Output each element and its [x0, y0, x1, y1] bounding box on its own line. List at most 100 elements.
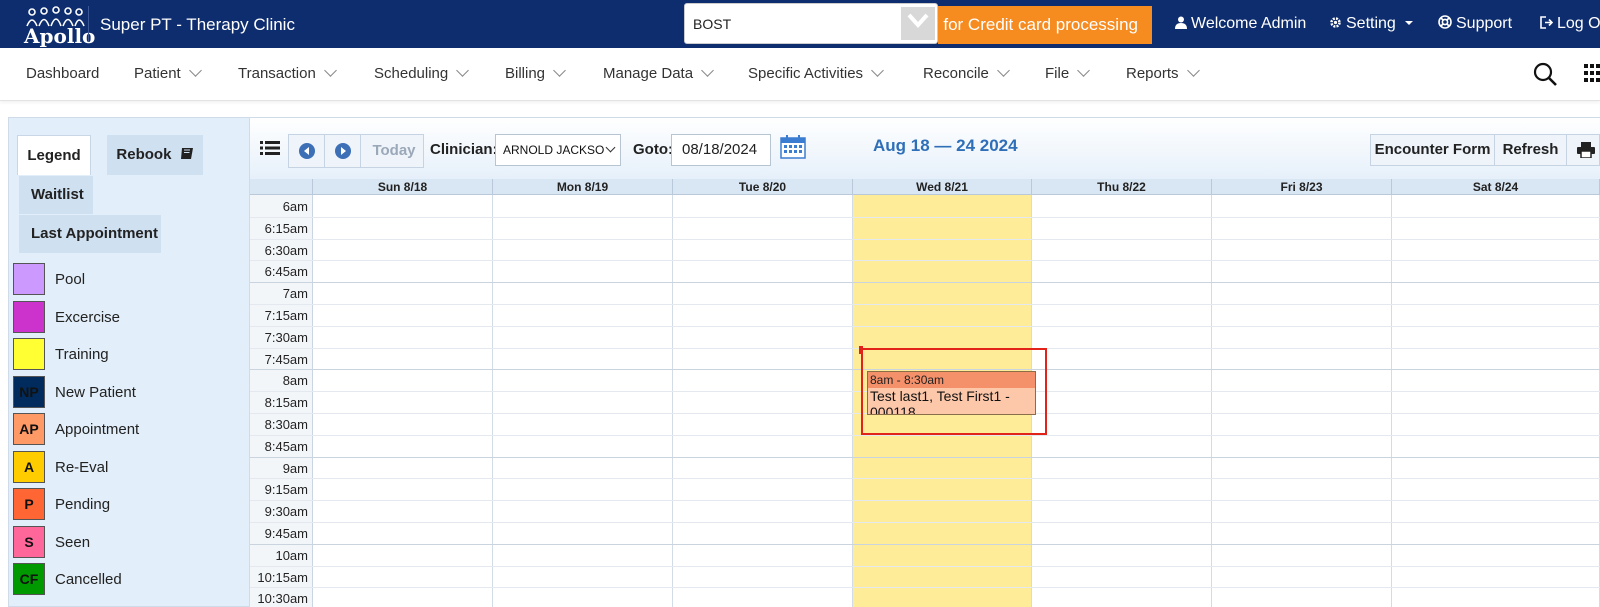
- nav-reconcile[interactable]: Reconcile: [923, 64, 1010, 82]
- tab-waitlist[interactable]: Waitlist: [19, 176, 93, 214]
- calendar-icon[interactable]: [780, 135, 806, 159]
- apollo-logo[interactable]: Apollo: [10, 4, 95, 48]
- gear-icon: [1330, 17, 1341, 28]
- logout-link[interactable]: Log Of: [1540, 15, 1600, 33]
- tab-legend[interactable]: Legend: [17, 135, 91, 175]
- today-button[interactable]: Today: [363, 135, 425, 167]
- time-slot-label: 9:15am: [264, 482, 308, 498]
- time-row-line: [250, 543, 1600, 545]
- time-row-line: [250, 522, 1600, 523]
- legend-item: AP Appointment: [13, 413, 243, 447]
- nav-transaction[interactable]: Transaction: [238, 64, 337, 82]
- chevron-down-icon: [605, 142, 616, 153]
- list-view-icon[interactable]: [260, 140, 280, 156]
- nav-billing[interactable]: Billing: [505, 64, 566, 82]
- tab-last-appointment[interactable]: Last Appointment: [19, 215, 161, 253]
- nav-scheduling[interactable]: Scheduling: [374, 64, 470, 82]
- legend-label: Cancelled: [55, 571, 122, 588]
- time-slot-label: 7am: [282, 286, 308, 302]
- nav-reports[interactable]: Reports: [1126, 64, 1200, 82]
- setting-label: Setting: [1346, 15, 1396, 32]
- setting-menu[interactable]: Setting: [1329, 15, 1418, 33]
- patient-search-input[interactable]: [693, 13, 893, 35]
- print-icon[interactable]: [1577, 142, 1595, 158]
- nav-manage-data[interactable]: Manage Data: [603, 64, 714, 82]
- day-column[interactable]: [1032, 195, 1212, 607]
- support-link[interactable]: Support: [1438, 15, 1512, 33]
- chevron-down-icon: [1186, 64, 1200, 77]
- day-header: Wed 8/21: [853, 179, 1032, 195]
- nav-reconcile-label: Reconcile: [923, 65, 989, 82]
- chevron-down-icon: [997, 64, 1010, 77]
- legend-swatch: [13, 263, 45, 295]
- logout-label: Log Of: [1557, 15, 1600, 32]
- legend-label: Pool: [55, 271, 86, 288]
- tab-rebook[interactable]: Rebook: [107, 135, 203, 175]
- time-slot-label: 7:30am: [264, 329, 308, 345]
- nav-transaction-label: Transaction: [238, 65, 316, 82]
- calendar-toolbar: Today Clinician: ARNOLD JACKSO Goto: 08/…: [250, 117, 1600, 179]
- patient-search: [684, 3, 938, 44]
- legend-swatch: CF: [13, 563, 45, 595]
- search-icon[interactable]: [1532, 61, 1558, 87]
- welcome-user[interactable]: Welcome Admin: [1175, 15, 1306, 33]
- chevron-down-icon: [871, 64, 884, 77]
- day-header: Sat 8/24: [1392, 179, 1600, 195]
- time-slot-label: 10:15am: [257, 569, 308, 585]
- day-header: Thu 8/22: [1032, 179, 1212, 195]
- nav-patient[interactable]: Patient: [134, 64, 202, 82]
- time-row-line: [250, 587, 1600, 589]
- legend-label: Excercise: [55, 308, 121, 326]
- clinician-label: Clinician:: [430, 141, 498, 158]
- credit-card-promo-button[interactable]: for Credit card processing: [938, 6, 1152, 44]
- time-slot-label: 9:30am: [264, 504, 308, 520]
- day-header: Tue 8/20: [673, 179, 853, 195]
- day-column[interactable]: [1392, 195, 1600, 607]
- chevron-down-icon: [323, 64, 337, 77]
- nav-dashboard[interactable]: Dashboard: [26, 65, 99, 82]
- nav-manage-data-label: Manage Data: [603, 65, 694, 82]
- time-slot-label: 6:45am: [264, 264, 308, 280]
- prev-week-button[interactable]: [289, 135, 325, 167]
- time-slot-label: 7:45am: [264, 351, 308, 367]
- appointment-block[interactable]: 8am - 8:30am Test last1, Test First1 - 0…: [867, 371, 1036, 415]
- nav-file[interactable]: File: [1045, 64, 1091, 82]
- legend-item: A Re-Eval: [13, 450, 243, 485]
- legend-item: NP New Patient: [13, 375, 243, 410]
- encounter-form-button[interactable]: Encounter Form: [1371, 135, 1495, 165]
- legend-item: Excercise: [13, 300, 243, 335]
- time-slot-label: 9am: [282, 460, 308, 476]
- day-column[interactable]: [493, 195, 673, 607]
- goto-date-input[interactable]: 08/18/2024: [671, 134, 771, 166]
- nav-specific-activities-label: Specific Activities: [748, 65, 864, 82]
- chevron-down-icon: [1077, 64, 1091, 77]
- day-column[interactable]: [1212, 195, 1392, 607]
- clinician-select[interactable]: ARNOLD JACKSO: [495, 134, 621, 166]
- time-slot-label: 8am: [282, 373, 308, 389]
- arrow-right-icon: [341, 147, 346, 155]
- next-week-button[interactable]: [325, 135, 361, 167]
- time-row-line: [250, 304, 1600, 305]
- apps-grid-icon[interactable]: [1584, 64, 1600, 82]
- day-column[interactable]: [673, 195, 853, 607]
- nav-specific-activities[interactable]: Specific Activities: [748, 64, 884, 82]
- time-row-line: [250, 565, 1600, 567]
- book-icon: [180, 148, 193, 159]
- time-slot-label: 6:30am: [264, 242, 308, 258]
- day-header: Sun 8/18: [313, 179, 493, 195]
- search-dropdown-button[interactable]: [901, 7, 935, 40]
- main-nav: Dashboard Patient Transaction Scheduling…: [0, 48, 1600, 101]
- refresh-button[interactable]: Refresh: [1495, 135, 1567, 165]
- clinician-value: ARNOLD JACKSO: [503, 143, 605, 157]
- day-column[interactable]: [313, 195, 493, 607]
- nav-file-label: File: [1045, 65, 1070, 82]
- time-row-line: [250, 500, 1600, 502]
- legend-item: Pool: [13, 263, 243, 297]
- time-row-line: [250, 282, 1600, 284]
- goto-label: Goto:: [633, 141, 673, 158]
- legend-swatch: AP: [13, 413, 45, 445]
- week-nav-group: Today: [288, 134, 424, 168]
- time-row-line: [250, 238, 1600, 240]
- time-slot-label: 10:30am: [257, 591, 308, 607]
- calendar-actions: Encounter Form Refresh: [1370, 134, 1600, 166]
